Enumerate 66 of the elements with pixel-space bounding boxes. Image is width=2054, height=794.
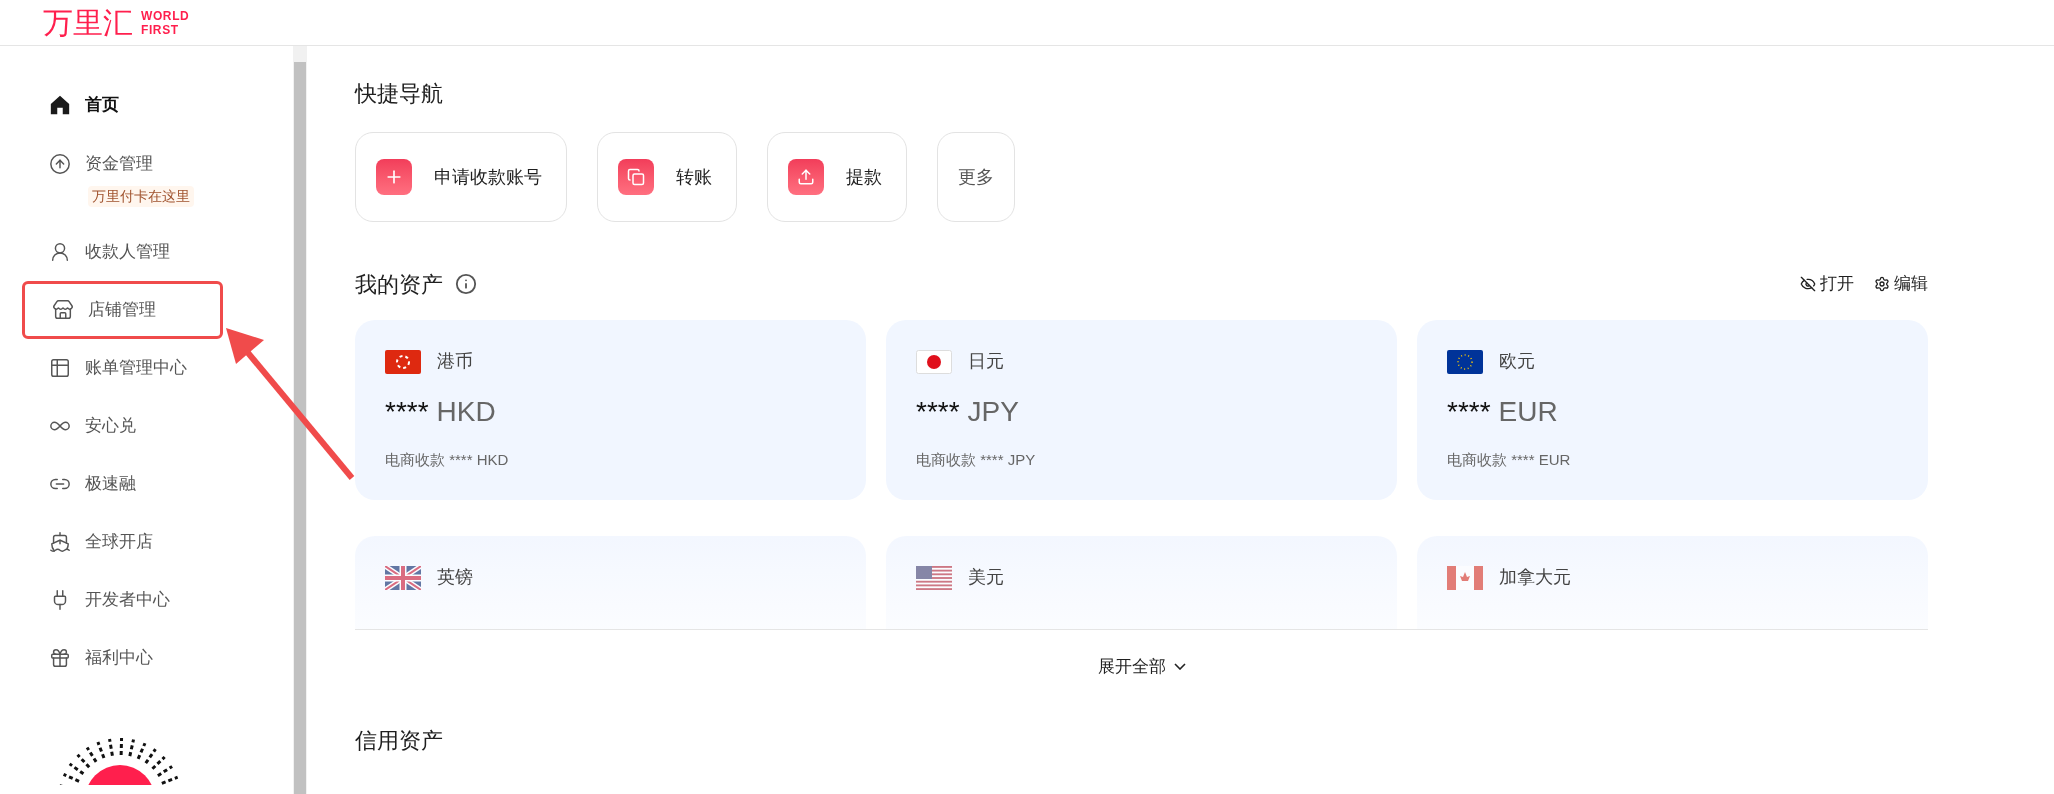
currency-name: 英镑	[437, 566, 473, 589]
masked-amount: ****	[385, 395, 429, 429]
edit-button[interactable]: 编辑	[1874, 271, 1928, 297]
currency-name: 美元	[968, 566, 1004, 589]
gear-icon	[1874, 276, 1890, 292]
chevron-down-icon	[1173, 663, 1186, 671]
sidebar-item[interactable]: 福利中心	[22, 629, 223, 687]
home-icon	[49, 94, 71, 116]
currency-name: 港币	[437, 350, 473, 373]
scrollbar[interactable]	[293, 46, 307, 794]
show-button[interactable]: 打开	[1800, 271, 1854, 297]
currency-code: EUR	[1498, 395, 1558, 429]
menu-item-icon	[49, 153, 71, 175]
currency-card[interactable]: 英镑	[355, 536, 866, 629]
currency-card[interactable]: 港币 **** HKD 电商收款 **** HKD	[355, 320, 866, 500]
flag-icon	[1447, 565, 1483, 590]
section-title: 信用资产	[355, 726, 444, 755]
flag-icon	[1447, 349, 1483, 374]
currency-card[interactable]: 日元 **** JPY 电商收款 **** JPY	[886, 320, 1397, 500]
expand-all-button[interactable]: 展开全部	[1097, 654, 1186, 680]
quick-nav-button[interactable]: 更多	[937, 132, 1015, 222]
account-summary: 电商收款 **** HKD	[385, 450, 510, 470]
upload-icon	[788, 159, 824, 195]
currency-code: JPY	[967, 395, 1019, 429]
quick-nav-button[interactable]: 提款	[767, 132, 907, 222]
account-summary: 电商收款 **** EUR	[1447, 450, 1572, 470]
sidebar-item[interactable]: 极速融	[22, 455, 223, 513]
section-title: 我的资产	[355, 270, 443, 299]
plus-icon	[376, 159, 412, 195]
currency-code: HKD	[436, 395, 496, 429]
quick-nav-button[interactable]: 申请收款账号	[355, 132, 567, 222]
menu-item-icon	[49, 357, 71, 379]
eye-off-icon	[1800, 276, 1816, 292]
menu-item-icon	[49, 241, 71, 263]
menu-item-icon	[49, 531, 71, 553]
account-summary: 电商收款 **** JPY	[916, 450, 1037, 470]
currency-card[interactable]: 欧元 **** EUR 电商收款 **** EUR	[1417, 320, 1928, 500]
currency-name: 欧元	[1499, 350, 1535, 373]
masked-amount: ****	[916, 395, 960, 429]
currency-card[interactable]: 美元	[886, 536, 1397, 629]
currency-card[interactable]: 加拿大元	[1417, 536, 1928, 629]
section-title: 快捷导航	[355, 80, 444, 108]
quick-nav-button[interactable]: 转账	[597, 132, 737, 222]
sidebar-item[interactable]: 收款人管理	[22, 223, 223, 281]
logo-tagline: WORLD	[141, 8, 190, 23]
masked-amount: ****	[1447, 395, 1491, 429]
menu-item-icon	[52, 299, 74, 321]
sidebar-item[interactable]: 首页	[22, 76, 223, 134]
info-icon[interactable]	[455, 273, 477, 295]
currency-name: 日元	[968, 350, 1004, 373]
logo-tagline: FIRST	[141, 22, 180, 37]
flag-icon	[385, 349, 421, 374]
sidebar-item[interactable]: 开发者中心	[22, 571, 223, 629]
sidebar-item[interactable]: 全球开店	[22, 513, 223, 571]
flag-icon	[916, 349, 952, 374]
sidebar-item[interactable]: 安心兑	[22, 397, 223, 455]
sidebar-item[interactable]: 账单管理中心	[22, 339, 223, 397]
sidebar-item[interactable]: 资金管理	[22, 144, 223, 184]
flag-icon	[916, 565, 952, 590]
stacked-cards-icon	[618, 159, 654, 195]
promo-badge: 万里付卡在这里	[88, 186, 194, 207]
currency-name: 加拿大元	[1499, 566, 1571, 589]
flag-icon	[385, 565, 421, 590]
menu-item-icon	[49, 647, 71, 669]
sidebar-item[interactable]: 店铺管理	[22, 281, 223, 339]
logo-wordmark: 万里汇	[43, 7, 133, 38]
